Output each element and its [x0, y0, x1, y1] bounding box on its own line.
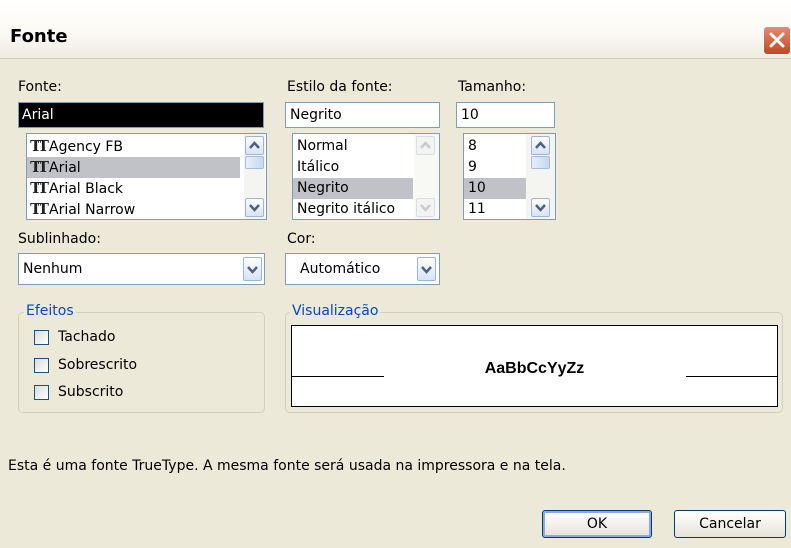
truetype-icon: TT — [30, 137, 49, 155]
preview-group-label: Visualização — [290, 303, 381, 319]
chevron-down-icon — [421, 266, 432, 274]
effects-group-label: Efeitos — [24, 303, 76, 319]
chevron-up-icon — [535, 141, 546, 149]
preview-box: AaBbCcYyZz — [291, 325, 778, 407]
font-size-label: Tamanho: — [458, 79, 527, 95]
font-list-item[interactable]: TT Arial Narrow — [27, 199, 240, 219]
size-scrollbar[interactable] — [526, 134, 555, 219]
chevron-up-icon — [420, 141, 431, 149]
underline-dropdown-button[interactable] — [243, 257, 262, 281]
dialog-title: Fonte — [10, 26, 68, 47]
chevron-down-icon — [247, 266, 258, 274]
style-list-item[interactable]: Itálico — [293, 157, 413, 178]
close-button[interactable] — [763, 26, 791, 55]
chevron-down-icon — [249, 204, 260, 212]
truetype-icon: TT — [30, 158, 49, 176]
underline-value: Nenhum — [23, 261, 83, 277]
style-list-item-selected[interactable]: Negrito — [293, 178, 413, 199]
scroll-thumb[interactable] — [245, 156, 264, 169]
font-style-list[interactable]: Normal Itálico Negrito Negrito itálico — [292, 133, 440, 220]
scroll-down-button[interactable] — [245, 198, 264, 217]
cancel-button[interactable]: Cancelar — [674, 510, 786, 538]
size-list-item-selected[interactable]: 10 — [464, 178, 526, 199]
font-dialog: Fonte Fonte: Arial TT Agency FB TT Arial T… — [0, 0, 791, 548]
underline-label: Sublinhado: — [18, 231, 101, 247]
scroll-thumb[interactable] — [531, 156, 550, 169]
chevron-up-icon — [249, 141, 260, 149]
effects-group — [18, 312, 265, 413]
color-label: Cor: — [287, 231, 316, 247]
font-list-item[interactable]: TT Arial Black — [27, 178, 240, 199]
font-item-label: Agency FB — [49, 139, 124, 155]
info-text: Esta é uma fonte TrueType. A mesma fonte… — [8, 458, 566, 474]
subscript-label[interactable]: Subscrito — [58, 384, 123, 400]
chevron-down-icon — [535, 204, 546, 212]
superscript-label[interactable]: Sobrescrito — [58, 357, 137, 373]
style-scrollbar-disabled — [414, 134, 439, 219]
strikethrough-label[interactable]: Tachado — [58, 329, 115, 345]
scroll-down-button[interactable] — [531, 198, 550, 217]
font-list-item[interactable]: TT Agency FB — [27, 136, 240, 157]
font-name-input[interactable]: Arial — [18, 102, 264, 128]
style-list-item[interactable]: Normal — [293, 136, 413, 157]
title-bar — [0, 0, 791, 59]
font-size-list[interactable]: 8 9 10 11 — [463, 133, 556, 220]
font-style-input[interactable]: Negrito — [285, 102, 440, 128]
scroll-up-button[interactable] — [531, 136, 550, 155]
font-scrollbar[interactable] — [244, 134, 266, 219]
scroll-down-button — [416, 198, 435, 217]
subscript-checkbox[interactable] — [34, 385, 49, 400]
font-item-label: Arial — [49, 160, 81, 176]
superscript-checkbox[interactable] — [34, 358, 49, 373]
scroll-up-button[interactable] — [245, 136, 264, 155]
truetype-icon: TT — [30, 200, 49, 218]
scroll-up-button — [416, 136, 435, 155]
chevron-down-icon — [420, 204, 431, 212]
style-list-item[interactable]: Negrito itálico — [293, 199, 413, 219]
font-list-item-selected[interactable]: TT Arial — [27, 157, 240, 178]
strikethrough-checkbox[interactable] — [34, 330, 49, 345]
color-dropdown-button[interactable] — [417, 257, 436, 281]
truetype-icon: TT — [30, 179, 49, 197]
size-list-item[interactable]: 8 — [464, 136, 526, 157]
font-style-label: Estilo da fonte: — [287, 79, 393, 95]
close-icon — [769, 32, 785, 48]
font-item-label: Arial Narrow — [49, 202, 136, 218]
font-label: Fonte: — [18, 79, 62, 95]
font-list[interactable]: TT Agency FB TT Arial TT Arial Black TT Aria… — [26, 133, 267, 220]
font-size-input[interactable]: 10 — [456, 102, 555, 128]
size-list-item[interactable]: 9 — [464, 157, 526, 178]
font-item-label: Arial Black — [49, 181, 124, 197]
color-value: Automático — [300, 261, 381, 277]
preview-sample: AaBbCcYyZz — [484, 360, 585, 377]
size-list-item[interactable]: 11 — [464, 199, 526, 219]
underline-dropdown[interactable]: Nenhum — [18, 253, 265, 285]
ok-button[interactable]: OK — [542, 510, 652, 538]
